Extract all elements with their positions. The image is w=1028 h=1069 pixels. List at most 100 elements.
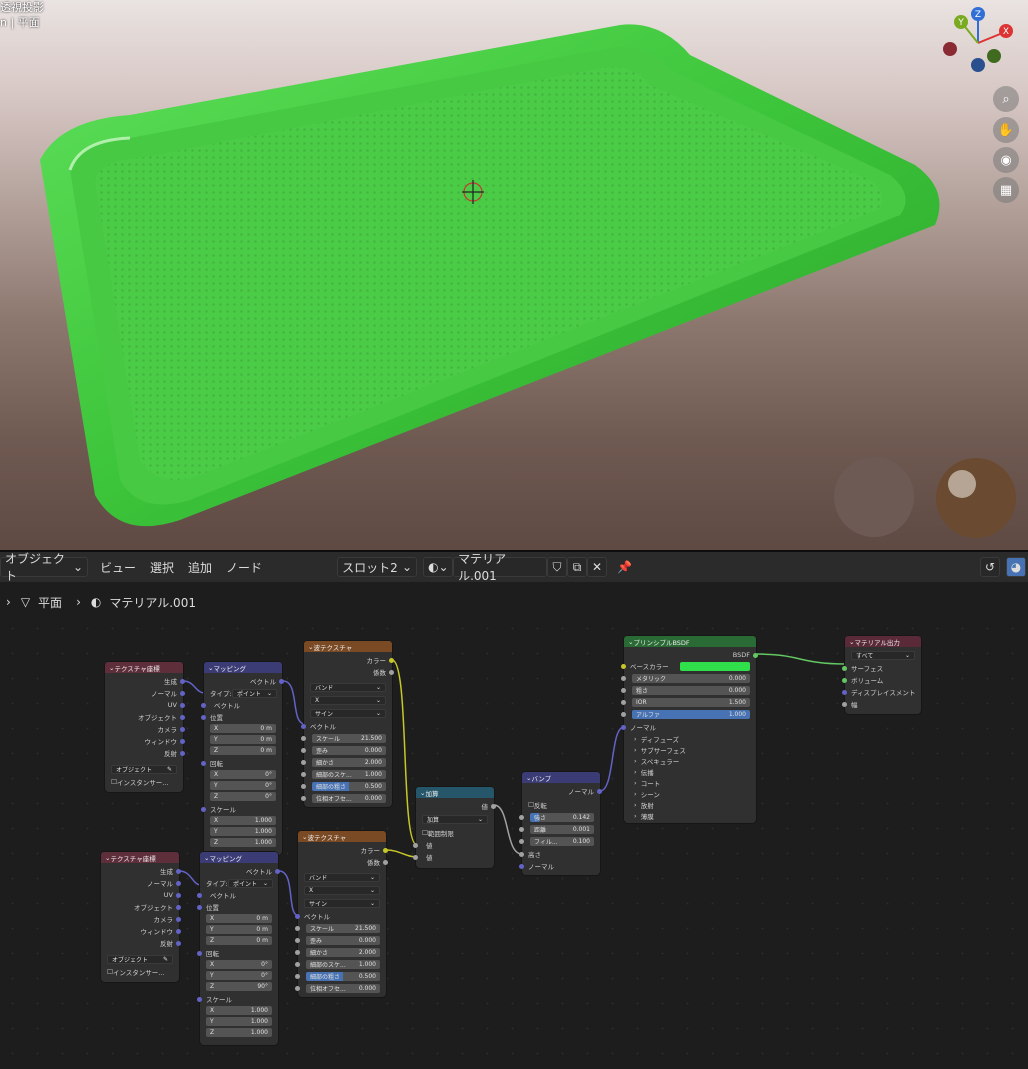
navigation-gizmo[interactable]: Z X Y bbox=[940, 5, 1028, 75]
loc-y-field[interactable]: Y 0 m bbox=[210, 735, 276, 744]
input-socket[interactable] bbox=[301, 796, 306, 801]
scale-x-field[interactable]: X 1.000 bbox=[210, 816, 276, 825]
detail-roughness-field[interactable]: 細部の粗さ 0.500 bbox=[312, 782, 386, 791]
math-operation-dropdown[interactable]: 加算 ⌄ bbox=[422, 815, 488, 824]
loc-z-field[interactable]: Z 0 m bbox=[206, 936, 272, 945]
output-socket[interactable] bbox=[180, 751, 185, 756]
output-socket[interactable] bbox=[180, 727, 185, 732]
detail-roughness-field[interactable]: 細部の粗さ 0.500 bbox=[306, 972, 380, 981]
node-bump[interactable]: ⌄ バンプ ノーマル ☐ 反転 強さ 0.142 距離 0.001 フィル... 0.… bbox=[519, 772, 602, 875]
input-socket[interactable] bbox=[301, 736, 306, 741]
input-socket[interactable] bbox=[301, 724, 306, 729]
input-socket[interactable] bbox=[295, 938, 300, 943]
input-socket[interactable] bbox=[197, 951, 202, 956]
type-dropdown[interactable]: ポイント ⌄ bbox=[228, 879, 273, 888]
panel-specular[interactable]: › スペキュラー bbox=[634, 756, 679, 766]
metallic-field[interactable]: メタリック 0.000 bbox=[632, 674, 750, 683]
output-socket[interactable] bbox=[383, 848, 388, 853]
input-socket[interactable] bbox=[295, 974, 300, 979]
input-socket[interactable] bbox=[295, 926, 300, 931]
object-field[interactable]: オブジェクト ✎ bbox=[107, 955, 173, 964]
output-socket[interactable] bbox=[176, 881, 181, 886]
input-socket[interactable] bbox=[621, 725, 626, 730]
input-socket[interactable] bbox=[842, 690, 847, 695]
input-socket[interactable] bbox=[413, 843, 418, 848]
wave-profile-dropdown[interactable]: サイン ⌄ bbox=[304, 899, 380, 908]
rot-z-field[interactable]: Z 0° bbox=[210, 792, 276, 801]
input-socket[interactable] bbox=[842, 678, 847, 683]
scale-field[interactable]: スケール 21.500 bbox=[312, 734, 386, 743]
panel-thin-film[interactable]: › 薄膜 bbox=[634, 811, 654, 821]
input-socket[interactable] bbox=[621, 664, 626, 669]
object-field[interactable]: オブジェクト ✎ bbox=[111, 765, 177, 774]
input-socket[interactable] bbox=[295, 914, 300, 919]
output-socket[interactable] bbox=[597, 789, 602, 794]
scale-x-field[interactable]: X 1.000 bbox=[206, 1006, 272, 1015]
output-socket[interactable] bbox=[279, 679, 284, 684]
input-socket[interactable] bbox=[301, 748, 306, 753]
scale-z-field[interactable]: Z 1.000 bbox=[206, 1028, 272, 1037]
input-socket[interactable] bbox=[842, 702, 847, 707]
output-socket[interactable] bbox=[491, 804, 496, 809]
loc-x-field[interactable]: X 0 m bbox=[210, 724, 276, 733]
input-socket[interactable] bbox=[621, 688, 626, 693]
input-socket[interactable] bbox=[842, 666, 847, 671]
detail-scale-field[interactable]: 細部のスケ... 1.000 bbox=[306, 960, 380, 969]
eyedropper-icon[interactable]: ✎ bbox=[167, 766, 172, 773]
panel-transmission[interactable]: › 伝播 bbox=[634, 767, 654, 777]
output-socket[interactable] bbox=[180, 715, 185, 720]
input-socket[interactable] bbox=[201, 761, 206, 766]
detail-field[interactable]: 細かさ 2.000 bbox=[312, 758, 386, 767]
node-texture-coordinate-2[interactable]: ⌄ テクスチャ座標 生成 ノーマル UV オブジェクト カメラ ウィンドウ 反射… bbox=[101, 852, 181, 982]
wave-direction-dropdown[interactable]: X ⌄ bbox=[310, 696, 386, 705]
input-socket[interactable] bbox=[621, 700, 626, 705]
input-socket[interactable] bbox=[301, 760, 306, 765]
input-socket[interactable] bbox=[519, 815, 524, 820]
camera-icon[interactable]: ◉ bbox=[993, 147, 1019, 173]
phase-offset-field[interactable]: 位相オフセ... 0.000 bbox=[306, 984, 380, 993]
input-socket[interactable] bbox=[295, 986, 300, 991]
loc-x-field[interactable]: X 0 m bbox=[206, 914, 272, 923]
input-socket[interactable] bbox=[301, 772, 306, 777]
scale-y-field[interactable]: Y 1.000 bbox=[206, 1017, 272, 1026]
node-wave-texture-2[interactable]: ⌄ 波テクスチャ カラー 係数 バンド ⌄ X ⌄ サイン ⌄ ベクトル スケール 21… bbox=[295, 831, 388, 997]
zoom-icon[interactable]: ⌕ bbox=[993, 86, 1019, 112]
output-socket[interactable] bbox=[176, 941, 181, 946]
scale-field[interactable]: スケール 21.500 bbox=[306, 924, 380, 933]
output-socket[interactable] bbox=[383, 860, 388, 865]
output-socket[interactable] bbox=[389, 670, 394, 675]
shader-editor[interactable]: オブジェクト ⌄ ビュー 選択 追加 ノード スロット2 ⌄ ◐⌄ マテリアル.00… bbox=[0, 552, 1028, 1069]
phase-offset-field[interactable]: 位相オフセ... 0.000 bbox=[312, 794, 386, 803]
node-wave-texture-1[interactable]: ⌄ 波テクスチャ カラー 係数 バンド ⌄ X ⌄ サイン ⌄ ベクトル スケール 21… bbox=[301, 641, 394, 807]
output-socket[interactable] bbox=[180, 739, 185, 744]
detail-field[interactable]: 細かさ 2.000 bbox=[306, 948, 380, 957]
instancer-checkbox[interactable]: ☐ インスタンサー... bbox=[107, 967, 164, 977]
input-socket[interactable] bbox=[197, 997, 202, 1002]
input-socket[interactable] bbox=[197, 893, 202, 898]
clamp-checkbox[interactable]: ☐ 範囲制限 bbox=[422, 828, 454, 838]
output-socket[interactable] bbox=[176, 917, 181, 922]
output-socket[interactable] bbox=[753, 653, 758, 658]
output-socket[interactable] bbox=[389, 658, 394, 663]
input-socket[interactable] bbox=[519, 864, 524, 869]
node-mapping-2[interactable]: ⌄ マッピング ベクトル タイプ: ポイント ⌄ ベクトル 位置 X 0 m Y 0 … bbox=[197, 852, 280, 1045]
wave-type-dropdown[interactable]: バンド ⌄ bbox=[304, 873, 380, 882]
roughness-field[interactable]: 粗さ 0.000 bbox=[632, 686, 750, 695]
rot-y-field[interactable]: Y 0° bbox=[210, 781, 276, 790]
distortion-field[interactable]: 歪み 0.000 bbox=[306, 936, 380, 945]
output-socket[interactable] bbox=[180, 703, 185, 708]
input-socket[interactable] bbox=[413, 855, 418, 860]
output-socket[interactable] bbox=[176, 905, 181, 910]
distance-field[interactable]: 距離 0.001 bbox=[530, 825, 594, 834]
input-socket[interactable] bbox=[301, 784, 306, 789]
output-socket[interactable] bbox=[275, 869, 280, 874]
detail-scale-field[interactable]: 細部のスケ... 1.000 bbox=[312, 770, 386, 779]
panel-sheen[interactable]: › シーン bbox=[634, 789, 660, 799]
input-socket[interactable] bbox=[197, 905, 202, 910]
panel-diffuse[interactable]: › ディフューズ bbox=[634, 734, 679, 744]
wave-direction-dropdown[interactable]: X ⌄ bbox=[304, 886, 380, 895]
target-dropdown[interactable]: すべて ⌄ bbox=[851, 651, 915, 660]
node-math-add[interactable]: ⌄ 加算 値 加算 ⌄ ☐ 範囲制限 値 値 bbox=[413, 787, 496, 868]
wave-type-dropdown[interactable]: バンド ⌄ bbox=[310, 683, 386, 692]
panel-subsurface[interactable]: › サブサーフェス bbox=[634, 745, 686, 755]
